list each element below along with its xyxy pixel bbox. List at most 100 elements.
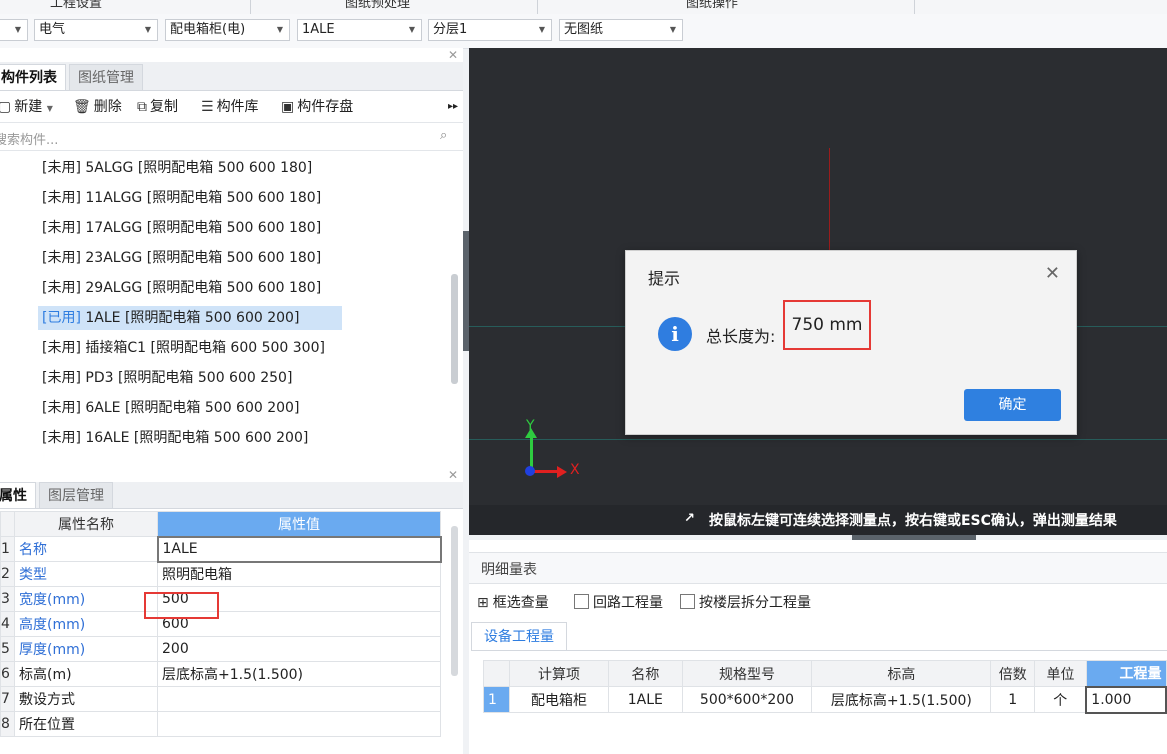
detail-title: 明细量表 [481, 562, 537, 578]
list-item[interactable]: [未用] 插接箱C1 [照明配电箱 600 500 300] [42, 336, 325, 360]
measure-cursor-icon: ↗ [684, 511, 695, 526]
ribbon-separator [537, 0, 538, 14]
search-input[interactable]: 搜索构件... [0, 129, 58, 148]
chevron-down-icon: ▼ [538, 25, 545, 34]
property-name: 类型 [14, 561, 158, 587]
property-tabs: 属性 图层管理 [0, 482, 463, 509]
dropdown-drawing[interactable]: 无图纸 ▼ [559, 19, 683, 41]
checkbox[interactable] [574, 594, 589, 609]
dropdown-component[interactable]: 1ALE ▼ [297, 19, 422, 41]
row-number: 3 [0, 586, 15, 612]
list-item[interactable]: [未用] PD3 [照明配电箱 500 600 250] [42, 366, 292, 390]
ok-button[interactable]: 确定 [964, 389, 1061, 421]
new-button[interactable]: ▢ 新建 ▼ [0, 97, 53, 117]
tab-layer-management[interactable]: 图层管理 [39, 482, 113, 508]
close-icon[interactable]: ✕ [1045, 263, 1060, 284]
list-item[interactable]: [未用] 23ALGG [照明配电箱 500 600 180] [42, 246, 321, 270]
tab-equipment-quantity[interactable]: 设备工程量 [471, 622, 567, 651]
item-text: 插接箱C1 [照明配电箱 600 500 300] [80, 340, 325, 356]
ribbon-tab-drawing-ops[interactable]: 图纸操作 [686, 0, 738, 11]
tab-properties[interactable]: 属性 [0, 482, 36, 508]
ribbon-tab-project-settings[interactable]: 工程设置 [50, 0, 102, 11]
more-icon[interactable]: ▸▸ [448, 97, 458, 117]
component-list: [未用] 5ALGG [照明配电箱 500 600 180] [未用] 11AL… [0, 154, 463, 466]
delete-button[interactable]: 🗑 删除 [73, 97, 122, 117]
tab-drawing-management[interactable]: 图纸管理 [69, 64, 143, 90]
chevron-down-icon: ▼ [276, 25, 283, 34]
property-table: 属性名称 属性值 1 名称 1ALE 2 类型 照明配电箱 3 宽度(mm) 5… [0, 511, 442, 737]
name-header: 名称 [608, 660, 683, 687]
property-value[interactable] [157, 711, 441, 737]
table-row[interactable]: 1 配电箱柜 1ALE 500*600*200 层底标高+1.5(1.500) … [483, 685, 1167, 714]
table-row: 4 高度(mm) 600 [0, 611, 441, 637]
property-value[interactable]: 层底标高+1.5(1.500) [157, 661, 441, 687]
ribbon-tab-preprocess[interactable]: 图纸预处理 [345, 0, 410, 11]
ribbon-separator [250, 0, 251, 14]
dropdown-value: 配电箱柜(电) [170, 22, 246, 37]
property-panel: ✕ 属性 图层管理 属性名称 属性值 1 名称 1ALE 2 类型 照明配电箱 … [0, 466, 463, 754]
list-item[interactable]: [未用] 5ALGG [照明配电箱 500 600 180] [42, 156, 312, 180]
list-item[interactable]: [未用] 11ALGG [照明配电箱 500 600 180] [42, 186, 321, 210]
checkbox-label: 按楼层拆分工程量 [699, 595, 811, 611]
chevron-down-icon: ▼ [144, 25, 151, 34]
property-value[interactable] [157, 686, 441, 712]
library-button[interactable]: ☰ 构件库 [201, 97, 259, 117]
search-bar: 搜索构件... ⌕ [0, 126, 463, 151]
item-text: 1ALE [照明配电箱 500 600 200] [80, 310, 300, 326]
property-value[interactable]: 200 [157, 636, 441, 662]
unit-cell: 个 [1034, 686, 1087, 713]
library-icon: ☰ [201, 99, 214, 115]
list-item[interactable]: [未用] 17ALGG [照明配电箱 500 600 180] [42, 216, 321, 240]
property-value[interactable]: 照明配电箱 [157, 561, 441, 587]
new-label: 新建 [14, 99, 43, 115]
loop-quantity-checkbox[interactable]: 回路工程量 [574, 592, 663, 612]
search-icon[interactable]: ⌕ [440, 128, 447, 143]
item-text: 17ALGG [照明配电箱 500 600 180] [80, 220, 322, 236]
floor-split-checkbox[interactable]: 按楼层拆分工程量 [680, 592, 811, 612]
elevation-header: 标高 [811, 660, 992, 687]
box-select-button[interactable]: ⊞ 框选查量 [477, 592, 549, 612]
trash-icon: 🗑 [73, 99, 91, 115]
dropdown-value: 电气 [39, 22, 66, 37]
dropdown-discipline[interactable]: 电气 ▼ [34, 19, 158, 41]
tab-component-list[interactable]: 构件列表 [0, 64, 66, 90]
splitter-handle[interactable] [463, 231, 469, 351]
property-value-input[interactable]: 1ALE [156, 535, 442, 563]
close-icon[interactable]: ✕ [448, 468, 458, 482]
dialog-message: 总长度为: [706, 327, 776, 346]
list-scrollbar[interactable] [451, 274, 458, 384]
detail-header: 明细量表 [469, 552, 1167, 584]
list-item[interactable]: [未用] 16ALE [照明配电箱 500 600 200] [42, 426, 308, 450]
library-label: 构件库 [216, 99, 259, 115]
list-item[interactable]: [未用] 29ALGG [照明配电箱 500 600 180] [42, 276, 321, 300]
table-row: 3 宽度(mm) 500 [0, 586, 441, 612]
x-axis-arrow [557, 466, 567, 478]
x-axis-label: X [570, 462, 580, 478]
usage-tag: [未用] [42, 370, 81, 386]
table-row: 7 敷设方式 [0, 686, 441, 712]
usage-tag: [未用] [42, 340, 81, 356]
item-text: PD3 [照明配电箱 500 600 250] [80, 370, 293, 386]
list-item[interactable]: [未用] 6ALE [照明配电箱 500 600 200] [42, 396, 299, 420]
property-name: 敷设方式 [14, 686, 158, 712]
ribbon-strip: 工程设置 图纸预处理 图纸操作 [0, 0, 1167, 15]
quantity-cell[interactable]: 1.000 [1085, 685, 1167, 714]
checkbox[interactable] [680, 594, 695, 609]
close-icon[interactable]: ✕ [448, 48, 458, 62]
dropdown-layer[interactable]: 分层1 ▼ [428, 19, 552, 41]
save-component-button[interactable]: ▣ 构件存盘 [281, 97, 353, 117]
checkbox-label: 回路工程量 [593, 595, 663, 611]
measure-line [829, 148, 830, 250]
list-item-selected[interactable]: [已用] 1ALE [照明配电箱 500 600 200] [38, 306, 342, 330]
row-number: 7 [0, 686, 15, 712]
component-toolbar: ▢ 新建 ▼ 🗑 删除 ⧉ 复制 ☰ 构件库 ▣ 构件存盘 ▸▸ [0, 92, 463, 123]
row-number: 2 [0, 561, 15, 587]
box-select-label: 框选查量 [492, 595, 549, 611]
copy-button[interactable]: ⧉ 复制 [137, 97, 178, 117]
property-scrollbar[interactable] [451, 526, 458, 676]
dropdown-project[interactable]: ▼ [0, 19, 28, 41]
copy-icon: ⧉ [137, 99, 147, 115]
dropdown-component-type[interactable]: 配电箱柜(电) ▼ [165, 19, 290, 41]
status-hint: 按鼠标左键可连续选择测量点，按右键或ESC确认，弹出测量结果 [709, 513, 1117, 529]
row-number: 8 [0, 711, 15, 737]
